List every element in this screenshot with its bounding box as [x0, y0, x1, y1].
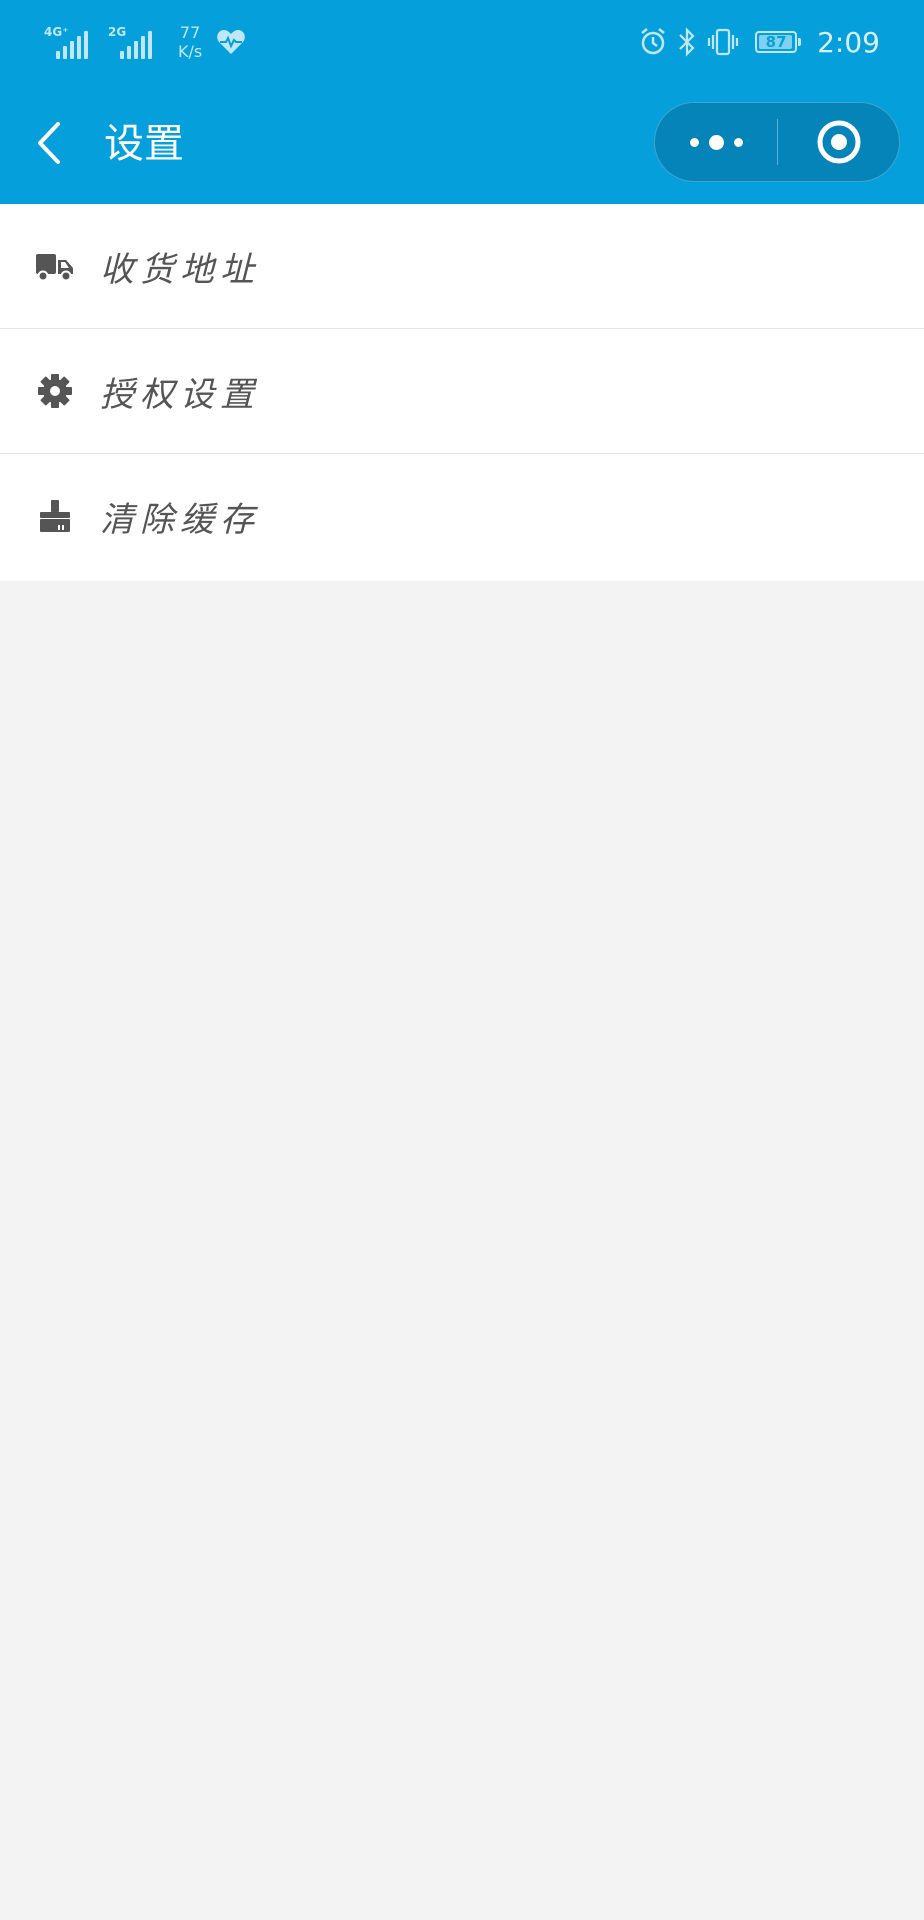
more-dot-icon: [689, 137, 699, 147]
battery-icon: 87: [755, 31, 802, 53]
signal-2g-icon: 2G: [108, 25, 162, 59]
signal-4g-icon: 4G⁺: [44, 25, 98, 59]
menu-item-clear-cache[interactable]: 清除缓存: [0, 454, 924, 581]
brush-icon: [40, 500, 70, 532]
menu-item-label: 授权设置: [100, 375, 260, 415]
health-heart-icon: [217, 30, 246, 54]
menu-item-authorization[interactable]: 授权设置: [0, 329, 924, 454]
menu-item-label: 清除缓存: [100, 500, 260, 540]
vibrate-icon: [708, 28, 739, 56]
menu-item-address[interactable]: 收货地址: [0, 204, 924, 329]
close-button[interactable]: [778, 103, 900, 181]
back-arrow-icon[interactable]: [30, 118, 70, 168]
settings-list: 收货地址 授权设置 清除缓存: [0, 204, 924, 581]
alarm-icon: [641, 28, 665, 55]
more-dot-icon: [733, 137, 743, 147]
status-right: 87 2:09: [639, 22, 880, 62]
status-left: 4G⁺ 2G 77 K/s: [44, 20, 246, 64]
network-speed: 77 K/s: [178, 23, 202, 61]
page-title: 设置: [104, 121, 184, 167]
battery-level: 87: [765, 33, 787, 51]
menu-item-label: 收货地址: [100, 250, 260, 290]
mini-program-capsule: [654, 102, 900, 182]
clock: 2:09: [817, 25, 880, 59]
header: 4G⁺ 2G 77 K/s 87 2:09 设置: [0, 0, 924, 204]
bluetooth-icon: [679, 27, 695, 57]
more-button[interactable]: [655, 103, 777, 181]
more-dot-icon: [708, 134, 724, 150]
gear-icon: [38, 374, 72, 408]
status-bar: 4G⁺ 2G 77 K/s 87 2:09: [0, 0, 924, 82]
truck-icon: [36, 254, 73, 282]
close-circle-icon: [817, 120, 861, 164]
network-speed-unit: K/s: [178, 42, 203, 61]
network-speed-value: 77: [179, 23, 201, 42]
